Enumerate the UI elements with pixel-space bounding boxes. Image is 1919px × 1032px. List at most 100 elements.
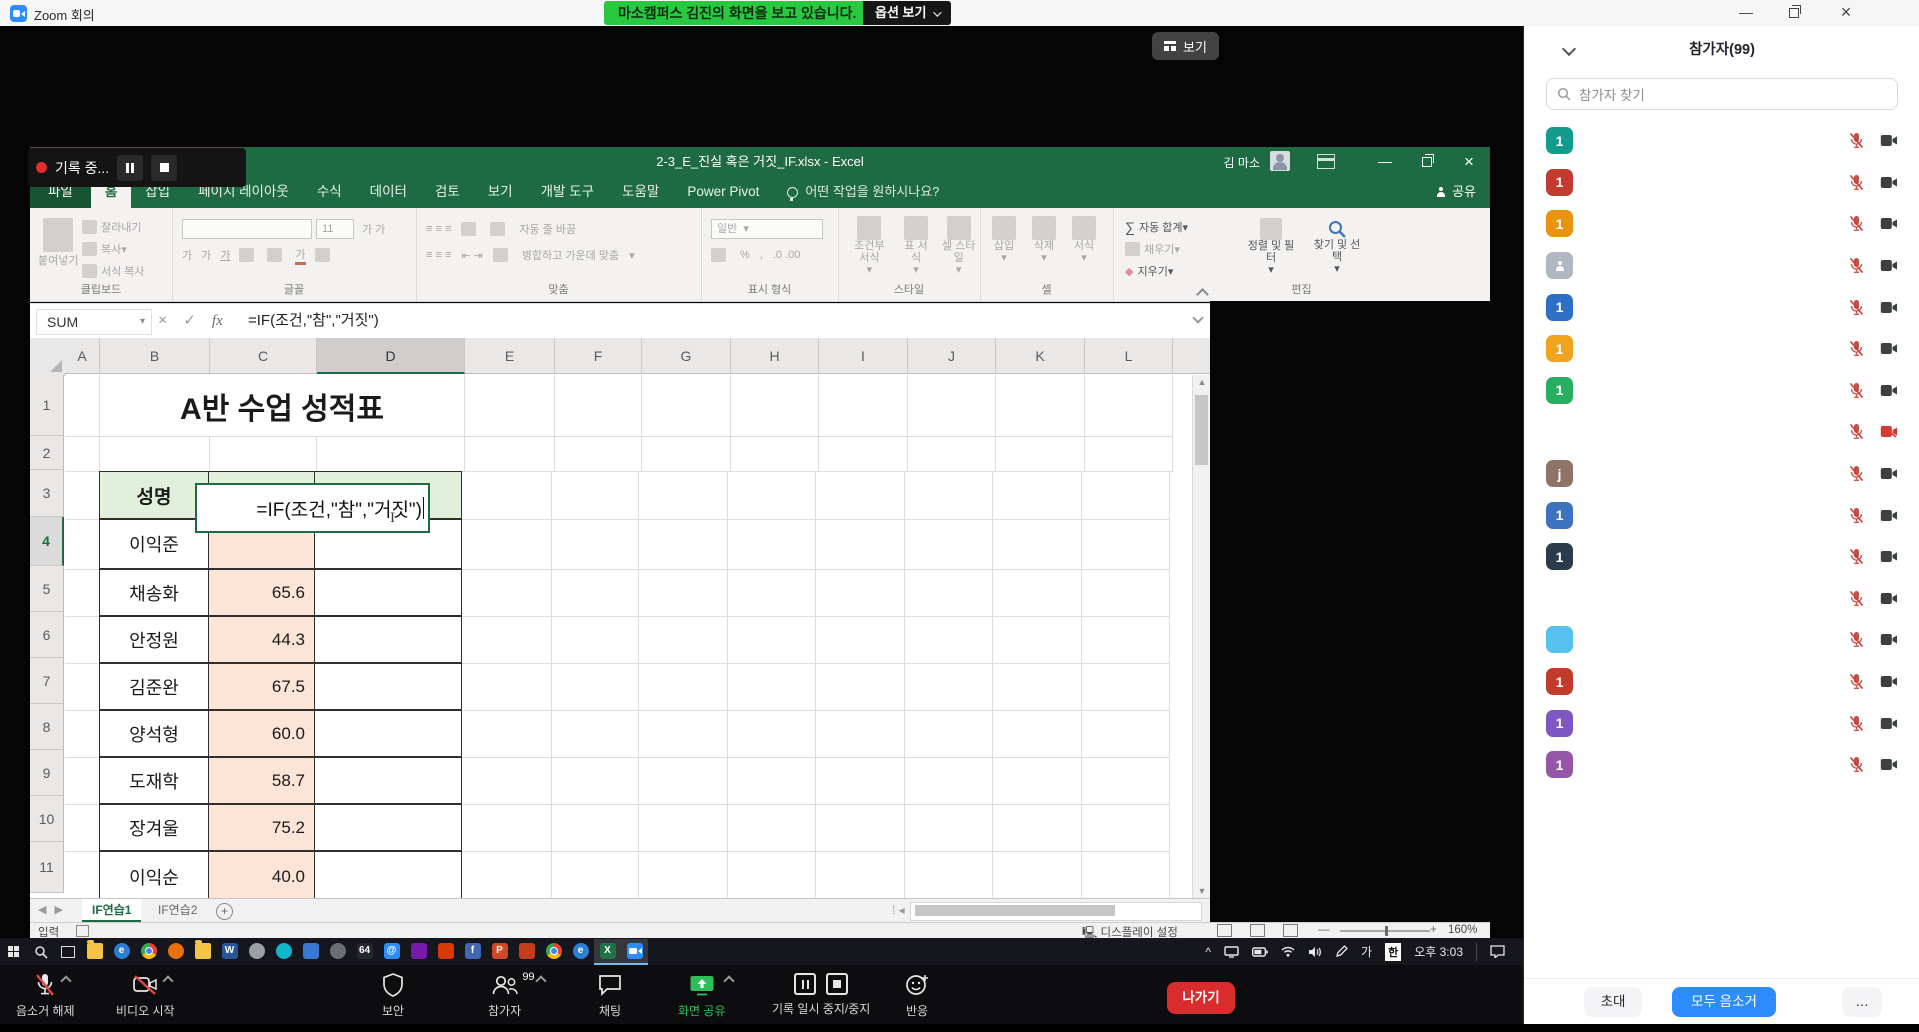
- muted-mic-icon[interactable]: [1849, 423, 1864, 440]
- excel-restore-button[interactable]: [1406, 147, 1448, 176]
- close-button[interactable]: ×: [1826, 0, 1866, 25]
- display-tray-icon[interactable]: [1224, 946, 1239, 958]
- cell[interactable]: [905, 570, 993, 617]
- pen-icon[interactable]: [1335, 945, 1348, 958]
- cell[interactable]: [816, 617, 905, 664]
- tell-me-search[interactable]: 어떤 작업을 원하시나요?: [787, 176, 939, 208]
- leave-meeting-button[interactable]: 나가기: [1167, 982, 1235, 1014]
- cancel-entry-icon[interactable]: ×: [158, 309, 167, 333]
- insert-function-icon[interactable]: fx: [212, 309, 223, 333]
- fill-button[interactable]: 채우기 ▾: [1125, 238, 1188, 260]
- cell[interactable]: [816, 805, 905, 852]
- cell[interactable]: [639, 758, 728, 805]
- cell[interactable]: [552, 570, 639, 617]
- cell[interactable]: [65, 437, 100, 472]
- cell[interactable]: [905, 852, 993, 898]
- notification-center-icon[interactable]: [1490, 945, 1505, 958]
- cell[interactable]: [1082, 570, 1170, 617]
- participant-search-input[interactable]: 참가자 찾기: [1546, 78, 1898, 110]
- ribbon-tab-6[interactable]: 데이터: [356, 176, 421, 208]
- camera-icon[interactable]: [1880, 592, 1898, 605]
- ribbon-tab-11[interactable]: Power Pivot: [673, 176, 773, 208]
- taskbar-icon-settings[interactable]: [324, 939, 351, 965]
- column-header-E[interactable]: E: [465, 338, 555, 374]
- decimal-buttons[interactable]: .0 .00: [773, 249, 801, 261]
- muted-mic-icon[interactable]: [1849, 382, 1864, 399]
- scroll-down-icon[interactable]: ▼: [1193, 886, 1210, 896]
- select-all-corner[interactable]: [30, 338, 66, 376]
- participant-row-8[interactable]: [1524, 411, 1919, 453]
- cell[interactable]: [728, 664, 816, 711]
- cell[interactable]: [816, 520, 905, 570]
- participant-row-15[interactable]: 1: [1524, 702, 1919, 744]
- student-name-cell[interactable]: 김준완: [99, 663, 209, 710]
- student-name-cell[interactable]: 이익준: [99, 519, 209, 569]
- result-cell[interactable]: [314, 851, 462, 898]
- column-header-A[interactable]: A: [65, 338, 100, 374]
- column-header-H[interactable]: H: [731, 338, 819, 374]
- cell[interactable]: [728, 472, 816, 520]
- cell[interactable]: [210, 437, 317, 472]
- taskbar-icon-browser-orange[interactable]: [162, 939, 189, 965]
- cell[interactable]: [65, 758, 100, 805]
- taskbar-icon-gray-app[interactable]: [243, 939, 270, 965]
- video-options-caret[interactable]: [163, 975, 174, 986]
- cell[interactable]: [993, 617, 1082, 664]
- cell[interactable]: [816, 570, 905, 617]
- student-name-cell[interactable]: 장겨울: [99, 804, 209, 851]
- row-header-11[interactable]: 11: [30, 842, 64, 893]
- delete-cells-button[interactable]: 삭제▾: [1032, 216, 1056, 264]
- ribbon-tab-7[interactable]: 검토: [421, 176, 474, 208]
- cell[interactable]: [552, 711, 639, 758]
- camera-icon[interactable]: [1880, 176, 1898, 189]
- task-view-button[interactable]: [54, 938, 81, 965]
- column-header-F[interactable]: F: [555, 338, 642, 374]
- format-as-table-button[interactable]: 표 서식▾: [903, 216, 930, 276]
- fill-color-icon[interactable]: [267, 248, 282, 262]
- cell[interactable]: [908, 437, 996, 472]
- cell[interactable]: [462, 711, 552, 758]
- taskbar-icon-powerpoint[interactable]: P: [486, 939, 513, 965]
- cell[interactable]: [65, 805, 100, 852]
- column-header-D[interactable]: D: [317, 338, 465, 374]
- student-score-cell[interactable]: 58.7: [208, 757, 315, 804]
- taskbar-icon-display-app[interactable]: [297, 939, 324, 965]
- column-header-I[interactable]: I: [819, 338, 908, 374]
- excel-share-button[interactable]: 공유: [1436, 176, 1476, 208]
- zoom-slider[interactable]: [1340, 930, 1430, 932]
- cell[interactable]: [552, 758, 639, 805]
- cell[interactable]: [639, 852, 728, 898]
- participant-row-14[interactable]: 1: [1524, 661, 1919, 703]
- toolbar-stop-recording-icon[interactable]: [826, 973, 848, 995]
- zoom-out-button[interactable]: —: [1318, 924, 1330, 936]
- number-format-select[interactable]: 일반 ▾: [711, 219, 823, 239]
- participant-row-4[interactable]: [1524, 245, 1919, 287]
- bold-button[interactable]: 가: [182, 247, 192, 263]
- taskbar-icon-facebook[interactable]: f: [459, 939, 486, 965]
- cell[interactable]: [993, 570, 1082, 617]
- cell-A1[interactable]: [65, 375, 100, 437]
- camera-icon[interactable]: [1880, 425, 1898, 438]
- align-top-icons[interactable]: ≡ ≡ ≡: [426, 223, 451, 235]
- cell[interactable]: [1082, 711, 1170, 758]
- cell[interactable]: [65, 570, 100, 617]
- cell[interactable]: [639, 711, 728, 758]
- format-cells-button[interactable]: 서식▾: [1072, 216, 1096, 264]
- mute-all-button[interactable]: 모두 음소거: [1672, 987, 1776, 1017]
- cell[interactable]: [639, 570, 728, 617]
- cell[interactable]: [996, 437, 1085, 472]
- cell[interactable]: [462, 852, 552, 898]
- cell[interactable]: [100, 437, 210, 472]
- result-cell[interactable]: [314, 569, 462, 616]
- student-score-cell[interactable]: 60.0: [208, 710, 315, 757]
- cell[interactable]: [462, 758, 552, 805]
- cell[interactable]: [1082, 758, 1170, 805]
- muted-mic-icon[interactable]: [1849, 340, 1864, 357]
- cell[interactable]: [993, 664, 1082, 711]
- cell[interactable]: [555, 437, 642, 472]
- participant-row-12[interactable]: [1524, 578, 1919, 620]
- cell[interactable]: [728, 852, 816, 898]
- row-header-1[interactable]: 1: [30, 375, 64, 436]
- cell[interactable]: [819, 375, 908, 437]
- row-header-3[interactable]: 3: [30, 470, 64, 517]
